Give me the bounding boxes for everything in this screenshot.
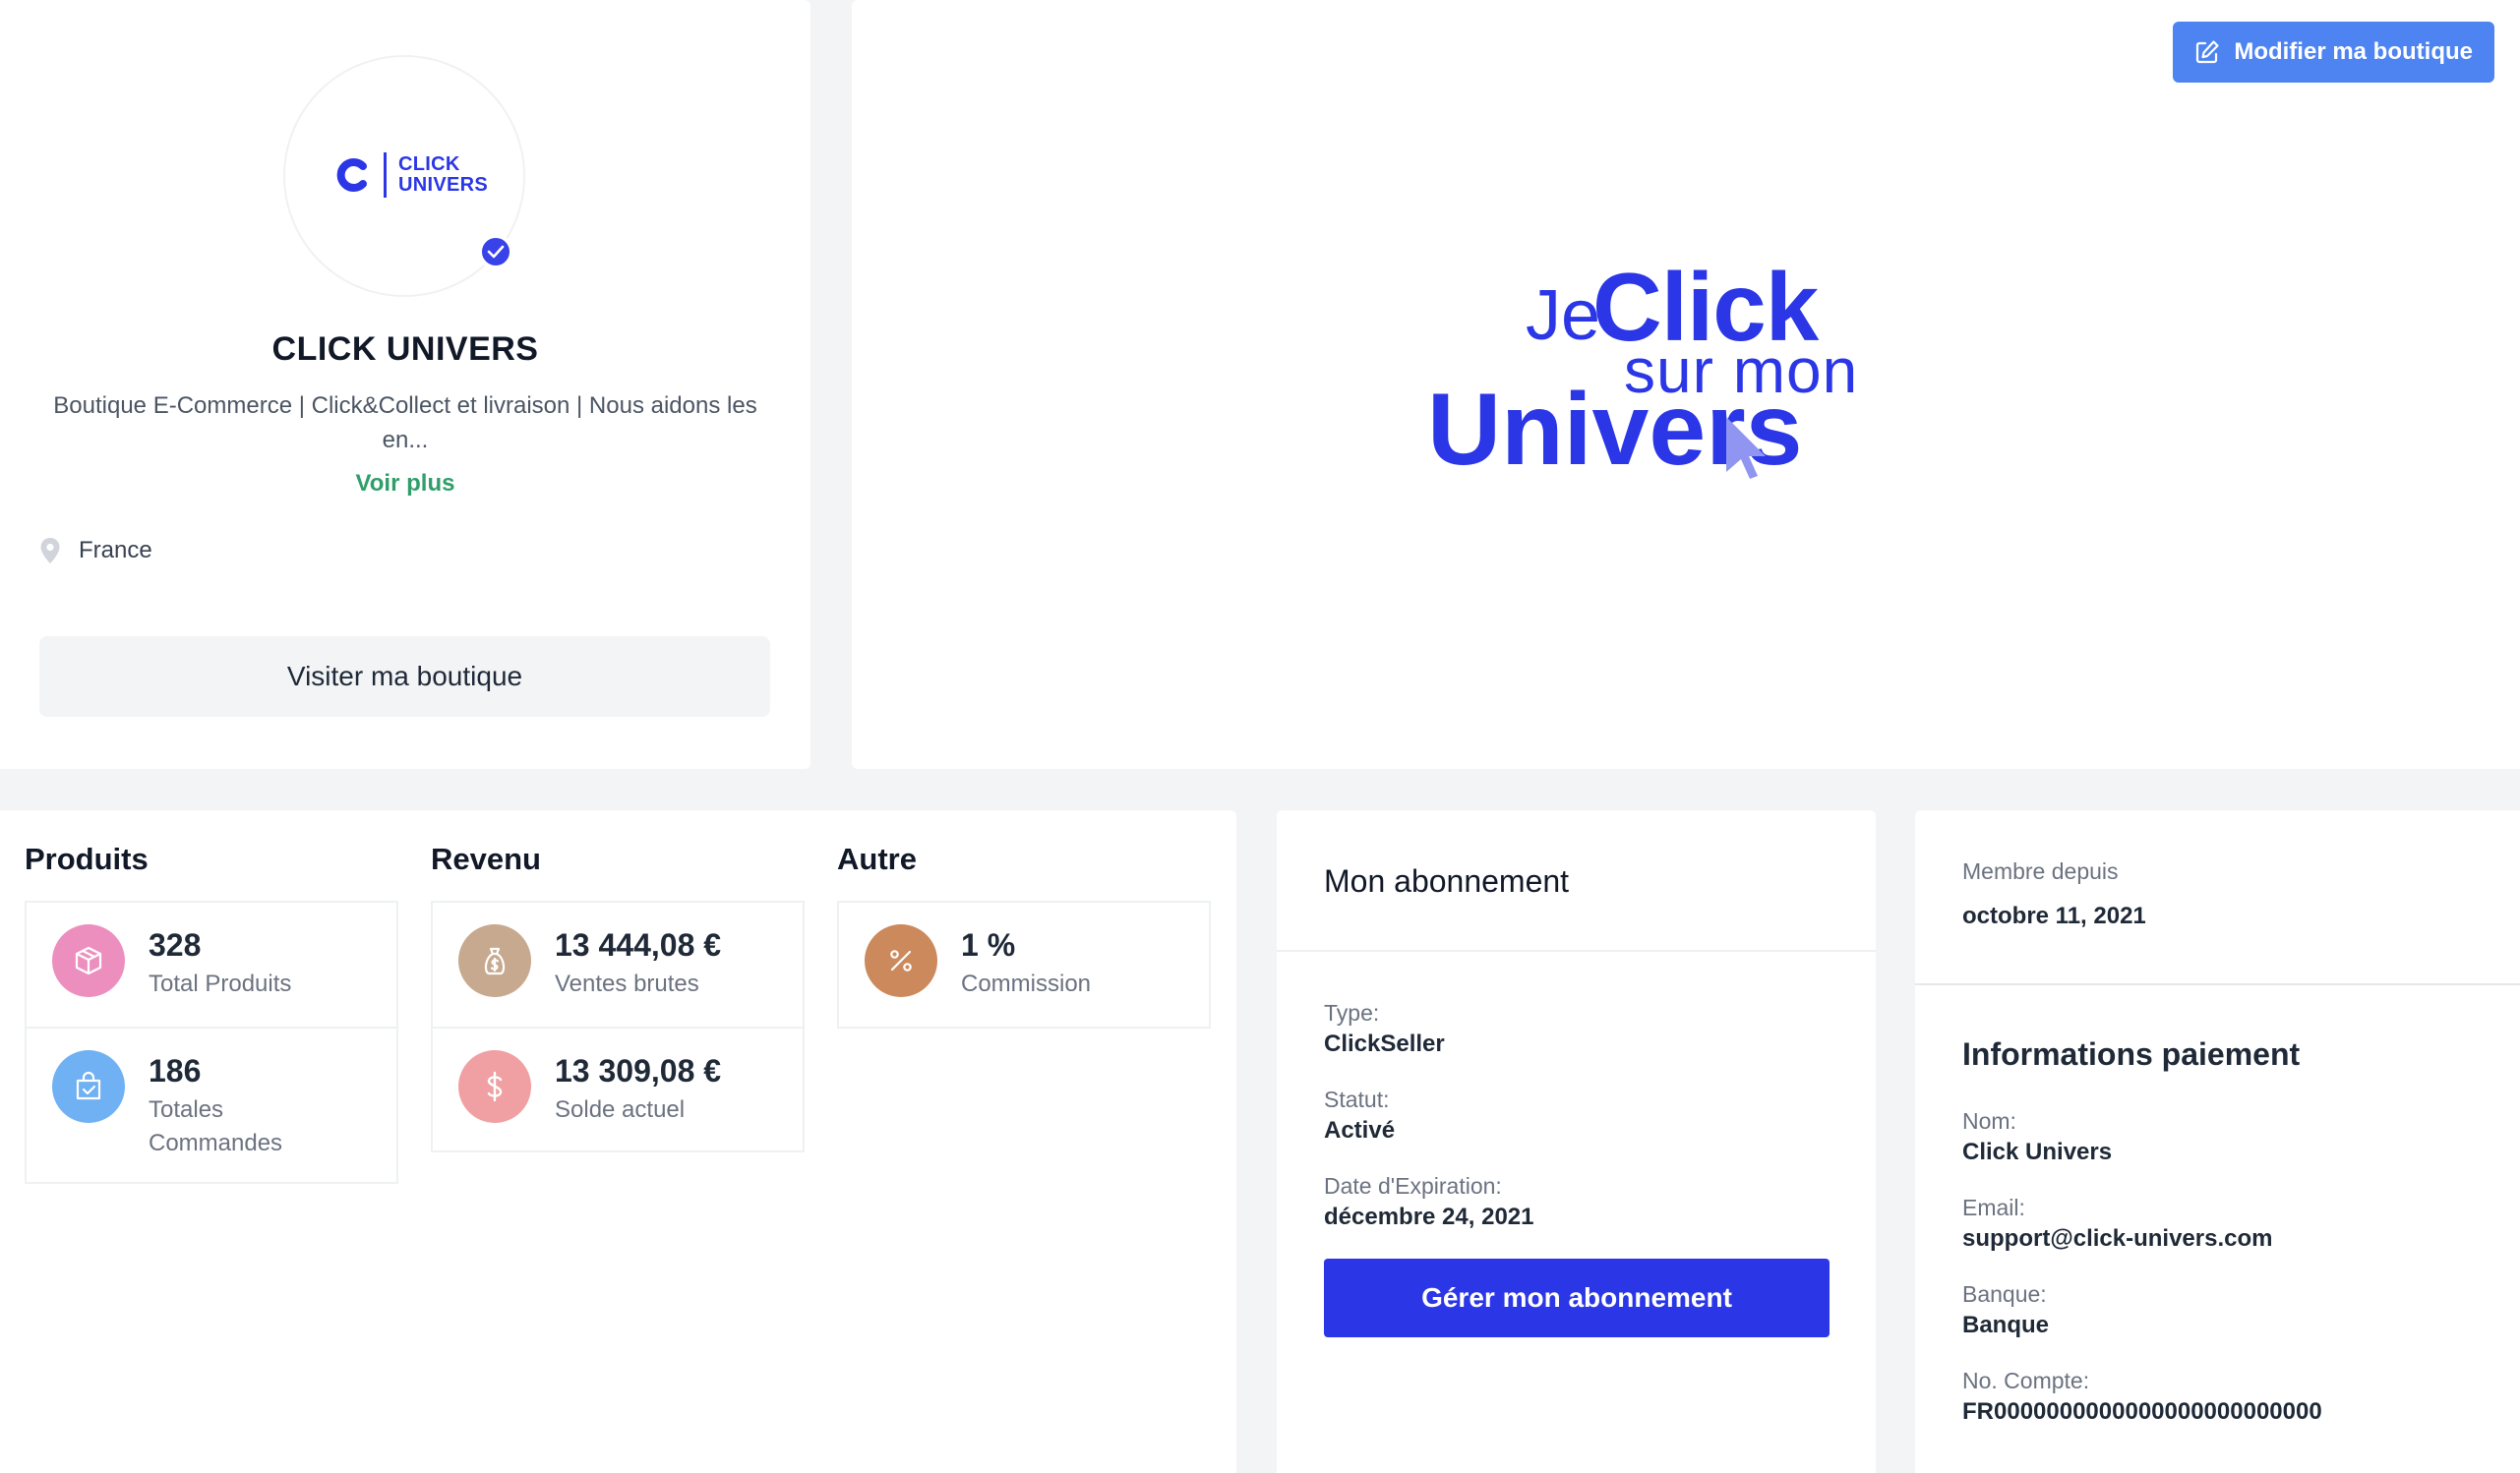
revenu-heading: Revenu bbox=[431, 842, 541, 876]
location-text: France bbox=[79, 537, 152, 563]
voir-plus-link[interactable]: Voir plus bbox=[0, 470, 810, 498]
stat-value: 13 309,08 € bbox=[555, 1053, 722, 1089]
field-label: Statut: bbox=[1324, 1087, 1390, 1112]
produits-heading: Produits bbox=[25, 842, 149, 876]
field-value: Click Univers bbox=[1962, 1139, 2113, 1165]
stat-label: Ventes brutes bbox=[555, 971, 699, 997]
stat-label: Solde actuel bbox=[555, 1096, 686, 1123]
member-since: Membre depuis octobre 11, 2021 bbox=[1962, 855, 2146, 932]
subscription-status: Statut: Activé bbox=[1324, 1084, 1395, 1147]
field-value: Banque bbox=[1962, 1312, 2050, 1338]
manage-subscription-button[interactable]: Gérer mon abonnement bbox=[1324, 1259, 1830, 1337]
field-label: Nom: bbox=[1962, 1108, 2016, 1134]
field-label: Email: bbox=[1962, 1195, 2025, 1220]
visit-shop-button[interactable]: Visiter ma boutique bbox=[39, 636, 770, 717]
field-label: No. Compte: bbox=[1962, 1368, 2090, 1393]
field-label: Date d'Expiration: bbox=[1324, 1173, 1502, 1199]
stat-value: 13 444,08 € bbox=[555, 927, 722, 963]
stat-value: 1 % bbox=[961, 927, 1016, 963]
banner-artwork: Je Click sur mon Univers bbox=[1427, 246, 1919, 501]
field-value: octobre 11, 2021 bbox=[1962, 903, 2146, 929]
payment-account: No. Compte: FR0000000000000000000000000 bbox=[1962, 1365, 2322, 1428]
stat-label: Commission bbox=[961, 971, 1092, 997]
logo-divider bbox=[384, 152, 387, 198]
field-label: Type: bbox=[1324, 1000, 1380, 1026]
field-value: décembre 24, 2021 bbox=[1324, 1204, 1534, 1230]
payment-bank: Banque: Banque bbox=[1962, 1278, 2049, 1341]
logo-text-click: CLICK bbox=[398, 153, 460, 175]
location-pin-icon bbox=[40, 538, 60, 563]
shop-location: France bbox=[39, 537, 152, 564]
subscription-card: Mon abonnement Type: ClickSeller Statut:… bbox=[1277, 810, 1876, 1473]
edit-icon bbox=[2196, 40, 2219, 64]
stat-row-total-commandes: 186 Totales Commandes bbox=[27, 1027, 396, 1182]
logo-text-univers: UNIVERS bbox=[398, 174, 489, 196]
subscription-title: Mon abonnement bbox=[1277, 810, 1876, 952]
shopping-bag-icon bbox=[52, 1050, 125, 1123]
field-value: FR0000000000000000000000000 bbox=[1962, 1398, 2322, 1425]
field-value: support@click-univers.com bbox=[1962, 1225, 2273, 1252]
payment-info-title: Informations paiement bbox=[1962, 1036, 2301, 1072]
autre-heading: Autre bbox=[837, 842, 917, 876]
stat-value: 186 bbox=[149, 1053, 202, 1089]
cursor-arrow-icon bbox=[1726, 417, 1766, 479]
money-bag-icon bbox=[458, 924, 531, 997]
shop-profile-card: CLICK UNIVERS CLICK UNIVERS Boutique E-C… bbox=[0, 0, 810, 769]
stat-row-commission: 1 % Commission bbox=[839, 903, 1209, 1027]
stat-row-ventes-brutes: 13 444,08 € Ventes brutes bbox=[433, 903, 803, 1027]
shop-description: Boutique E-Commerce | Click&Collect et l… bbox=[53, 392, 757, 453]
shop-name: CLICK UNIVERS bbox=[271, 330, 539, 368]
field-label: Banque: bbox=[1962, 1281, 2047, 1307]
stat-label: Totales Commandes bbox=[149, 1096, 283, 1156]
field-label: Membre depuis bbox=[1962, 858, 2119, 884]
autre-section: Autre 1 % Commission bbox=[837, 842, 1211, 1029]
shop-banner: Modifier ma boutique Je Click sur mon Un… bbox=[852, 0, 2520, 769]
banner-text-je: Je bbox=[1526, 276, 1601, 355]
stats-panel: Produits 328 Total Produits 186 Totales … bbox=[0, 810, 1236, 1473]
revenu-section: Revenu 13 444,08 € Ventes brutes 13 309,… bbox=[431, 842, 805, 1152]
produits-section: Produits 328 Total Produits 186 Totales … bbox=[25, 842, 398, 1184]
shop-logo-mark: CLICK UNIVERS bbox=[332, 152, 488, 198]
member-since-section: Membre depuis octobre 11, 2021 bbox=[1915, 810, 2520, 985]
box-icon bbox=[52, 924, 125, 997]
field-value: Activé bbox=[1324, 1117, 1396, 1144]
payment-name: Nom: Click Univers bbox=[1962, 1105, 2112, 1168]
member-payment-card: Membre depuis octobre 11, 2021 Informati… bbox=[1915, 810, 2520, 1473]
produits-box: 328 Total Produits 186 Totales Commandes bbox=[25, 901, 398, 1184]
shop-logo: CLICK UNIVERS bbox=[283, 55, 525, 297]
field-value: ClickSeller bbox=[1324, 1031, 1445, 1057]
revenu-box: 13 444,08 € Ventes brutes 13 309,08 € So… bbox=[431, 901, 805, 1152]
verified-check-icon bbox=[478, 234, 513, 269]
stat-row-solde-actuel: 13 309,08 € Solde actuel bbox=[433, 1027, 803, 1150]
stat-label: Total Produits bbox=[149, 971, 292, 997]
edit-shop-button[interactable]: Modifier ma boutique bbox=[2173, 22, 2494, 83]
click-univers-c-icon bbox=[336, 158, 367, 192]
edit-shop-label: Modifier ma boutique bbox=[2234, 38, 2473, 65]
subscription-expiry: Date d'Expiration: décembre 24, 2021 bbox=[1324, 1170, 1533, 1233]
dollar-icon bbox=[458, 1050, 531, 1123]
stat-row-total-produits: 328 Total Produits bbox=[27, 903, 396, 1027]
stat-value: 328 bbox=[149, 927, 202, 963]
payment-email: Email: support@click-univers.com bbox=[1962, 1192, 2272, 1255]
autre-box: 1 % Commission bbox=[837, 901, 1211, 1029]
subscription-type: Type: ClickSeller bbox=[1324, 997, 1445, 1060]
percent-icon bbox=[865, 924, 937, 997]
